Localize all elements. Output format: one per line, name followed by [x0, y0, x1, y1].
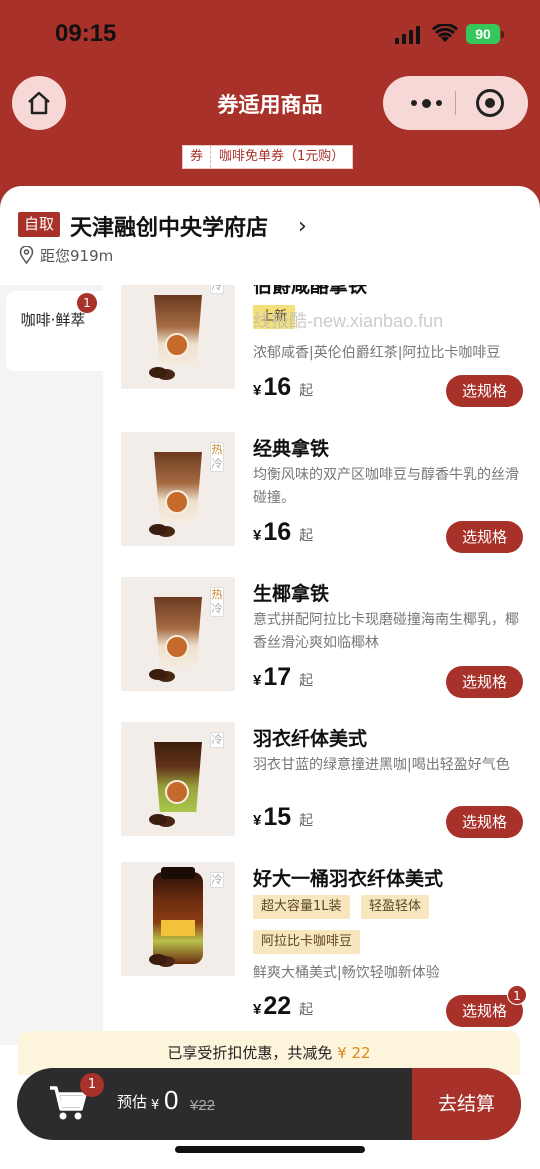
currency: ¥ — [253, 812, 262, 829]
brand-logo-icon — [165, 490, 189, 514]
product-tag: 超大容量1L装 — [253, 895, 350, 919]
currency: ¥ — [253, 527, 262, 544]
price-suffix: 起 — [299, 813, 314, 829]
product-name: 羽衣纤体美式 — [253, 728, 368, 750]
temp-cold: 冷 — [211, 873, 223, 886]
product-desc: 浓郁咸香|英伦伯爵红茶|阿拉比卡咖啡豆 — [253, 345, 501, 361]
coupon-tag-label: 咖啡免单券（1元购） — [219, 149, 345, 164]
estimate-label: 预估 — [117, 1093, 148, 1111]
battery-icon: 90 — [466, 24, 504, 44]
temperature-badge: 冷 — [210, 285, 224, 294]
select-spec-button[interactable]: 选规格 — [446, 375, 523, 407]
home-indicator — [175, 1146, 365, 1153]
spec-count-badge: 1 — [507, 985, 527, 1005]
coffee-beans-icon — [149, 367, 167, 378]
brand-logo-icon — [165, 635, 189, 659]
more-menu-icon[interactable] — [401, 76, 451, 130]
watermark-text: 线报酷-new.xianbao.fun — [253, 311, 444, 331]
estimate-total: 0 — [164, 1085, 179, 1115]
select-spec-button[interactable]: 选规格 — [446, 806, 523, 838]
price-value: 16 — [263, 518, 292, 546]
product-desc: 鲜爽大桶美式|畅饮轻咖新体验 — [253, 965, 440, 981]
location-pin-icon — [19, 246, 34, 264]
currency: ¥ — [253, 672, 262, 689]
original-price: ¥22 — [190, 1097, 216, 1114]
price-suffix: 起 — [299, 673, 314, 689]
cart-count-badge: 1 — [80, 1073, 104, 1097]
close-miniprogram-icon[interactable] — [476, 89, 504, 117]
price-value: 16 — [263, 373, 292, 401]
product-price: ¥15 起 — [253, 803, 313, 832]
currency: ¥ — [253, 1001, 262, 1018]
category-badge: 1 — [77, 293, 97, 313]
discount-text: 已享受折扣优惠，共减免 — [167, 1044, 333, 1062]
coffee-beans-icon — [149, 669, 167, 680]
temp-cold: 冷 — [211, 457, 223, 470]
store-distance: 距您919m — [40, 247, 114, 265]
checkout-button[interactable]: 去结算 — [412, 1068, 521, 1140]
category-sidebar — [0, 285, 103, 1045]
price-suffix: 起 — [299, 383, 314, 399]
price-suffix: 起 — [299, 528, 314, 544]
temperature-badge: 冷 — [210, 872, 224, 888]
status-time: 09:15 — [55, 20, 117, 47]
category-label: 咖啡·鲜萃 — [20, 311, 86, 329]
estimate-currency: ¥ — [151, 1098, 160, 1113]
temp-cold: 冷 — [211, 733, 223, 746]
capsule-divider — [455, 91, 456, 115]
product-desc: 意式拼配阿拉比卡现磨碰撞海南生椰乳，椰香丝滑沁爽如临椰林 — [253, 612, 519, 651]
product-name: 伯爵咸酪拿铁 — [253, 285, 368, 297]
chevron-right-icon[interactable]: › — [298, 214, 307, 239]
temperature-badge: 冷 — [210, 732, 224, 748]
store-name[interactable]: 天津融创中央学府店 — [70, 210, 268, 242]
temp-hot: 热 — [211, 588, 223, 601]
product-price: ¥16 起 — [253, 518, 313, 547]
product-name: 生椰拿铁 — [253, 583, 330, 605]
discount-amount: ¥ 22 — [337, 1044, 371, 1062]
product-price: ¥22 起 — [253, 992, 313, 1021]
miniprogram-capsule — [383, 76, 528, 130]
coffee-beans-icon — [149, 524, 167, 535]
price-value: 15 — [263, 803, 292, 831]
product-name: 好大一桶羽衣纤体美式 — [253, 868, 444, 890]
coupon-tag: 券 咖啡免单券（1元购） — [182, 145, 354, 169]
temperature-badge: 热冷 — [210, 587, 224, 617]
temp-cold: 冷 — [211, 602, 223, 615]
temperature-badge: 热冷 — [210, 442, 224, 472]
brand-logo-icon — [165, 780, 189, 804]
product-image — [121, 285, 235, 389]
wifi-icon — [432, 24, 458, 42]
product-desc: 均衡风味的双产区咖啡豆与醇香牛乳的丝滑碰撞。 — [253, 467, 519, 506]
status-bar: 09:15 90 — [0, 0, 540, 70]
product-tag: 轻盈轻体 — [361, 895, 430, 919]
brand-logo-icon — [165, 333, 189, 357]
temp-hot: 热 — [211, 443, 223, 456]
coffee-beans-icon — [149, 814, 167, 825]
bucket-illustration — [153, 867, 203, 964]
product-desc: 羽衣甘蓝的绿意撞进黑咖|喝出轻盈好气色 — [253, 757, 510, 773]
product-price: ¥17 起 — [253, 663, 313, 692]
product-list: 冷 伯爵咸酪拿铁 上新 线报酷-new.xianbao.fun 浓郁咸香|英伦伯… — [103, 285, 540, 1028]
product-tag: 阿拉比卡咖啡豆 — [253, 930, 361, 954]
pickup-badge: 自取 — [18, 212, 60, 237]
price-value: 22 — [263, 992, 292, 1020]
currency: ¥ — [253, 382, 262, 399]
coupon-tag-key: 券 — [183, 146, 212, 168]
price-suffix: 起 — [299, 1002, 314, 1018]
coffee-beans-icon — [149, 954, 167, 965]
product-name: 经典拿铁 — [253, 438, 330, 460]
temp-cold: 冷 — [211, 285, 223, 292]
select-spec-button[interactable]: 选规格 — [446, 521, 523, 553]
select-spec-button[interactable]: 选规格 — [446, 666, 523, 698]
price-value: 17 — [263, 663, 292, 691]
cellular-signal-icon — [395, 26, 421, 44]
product-price: ¥16 起 — [253, 373, 313, 402]
